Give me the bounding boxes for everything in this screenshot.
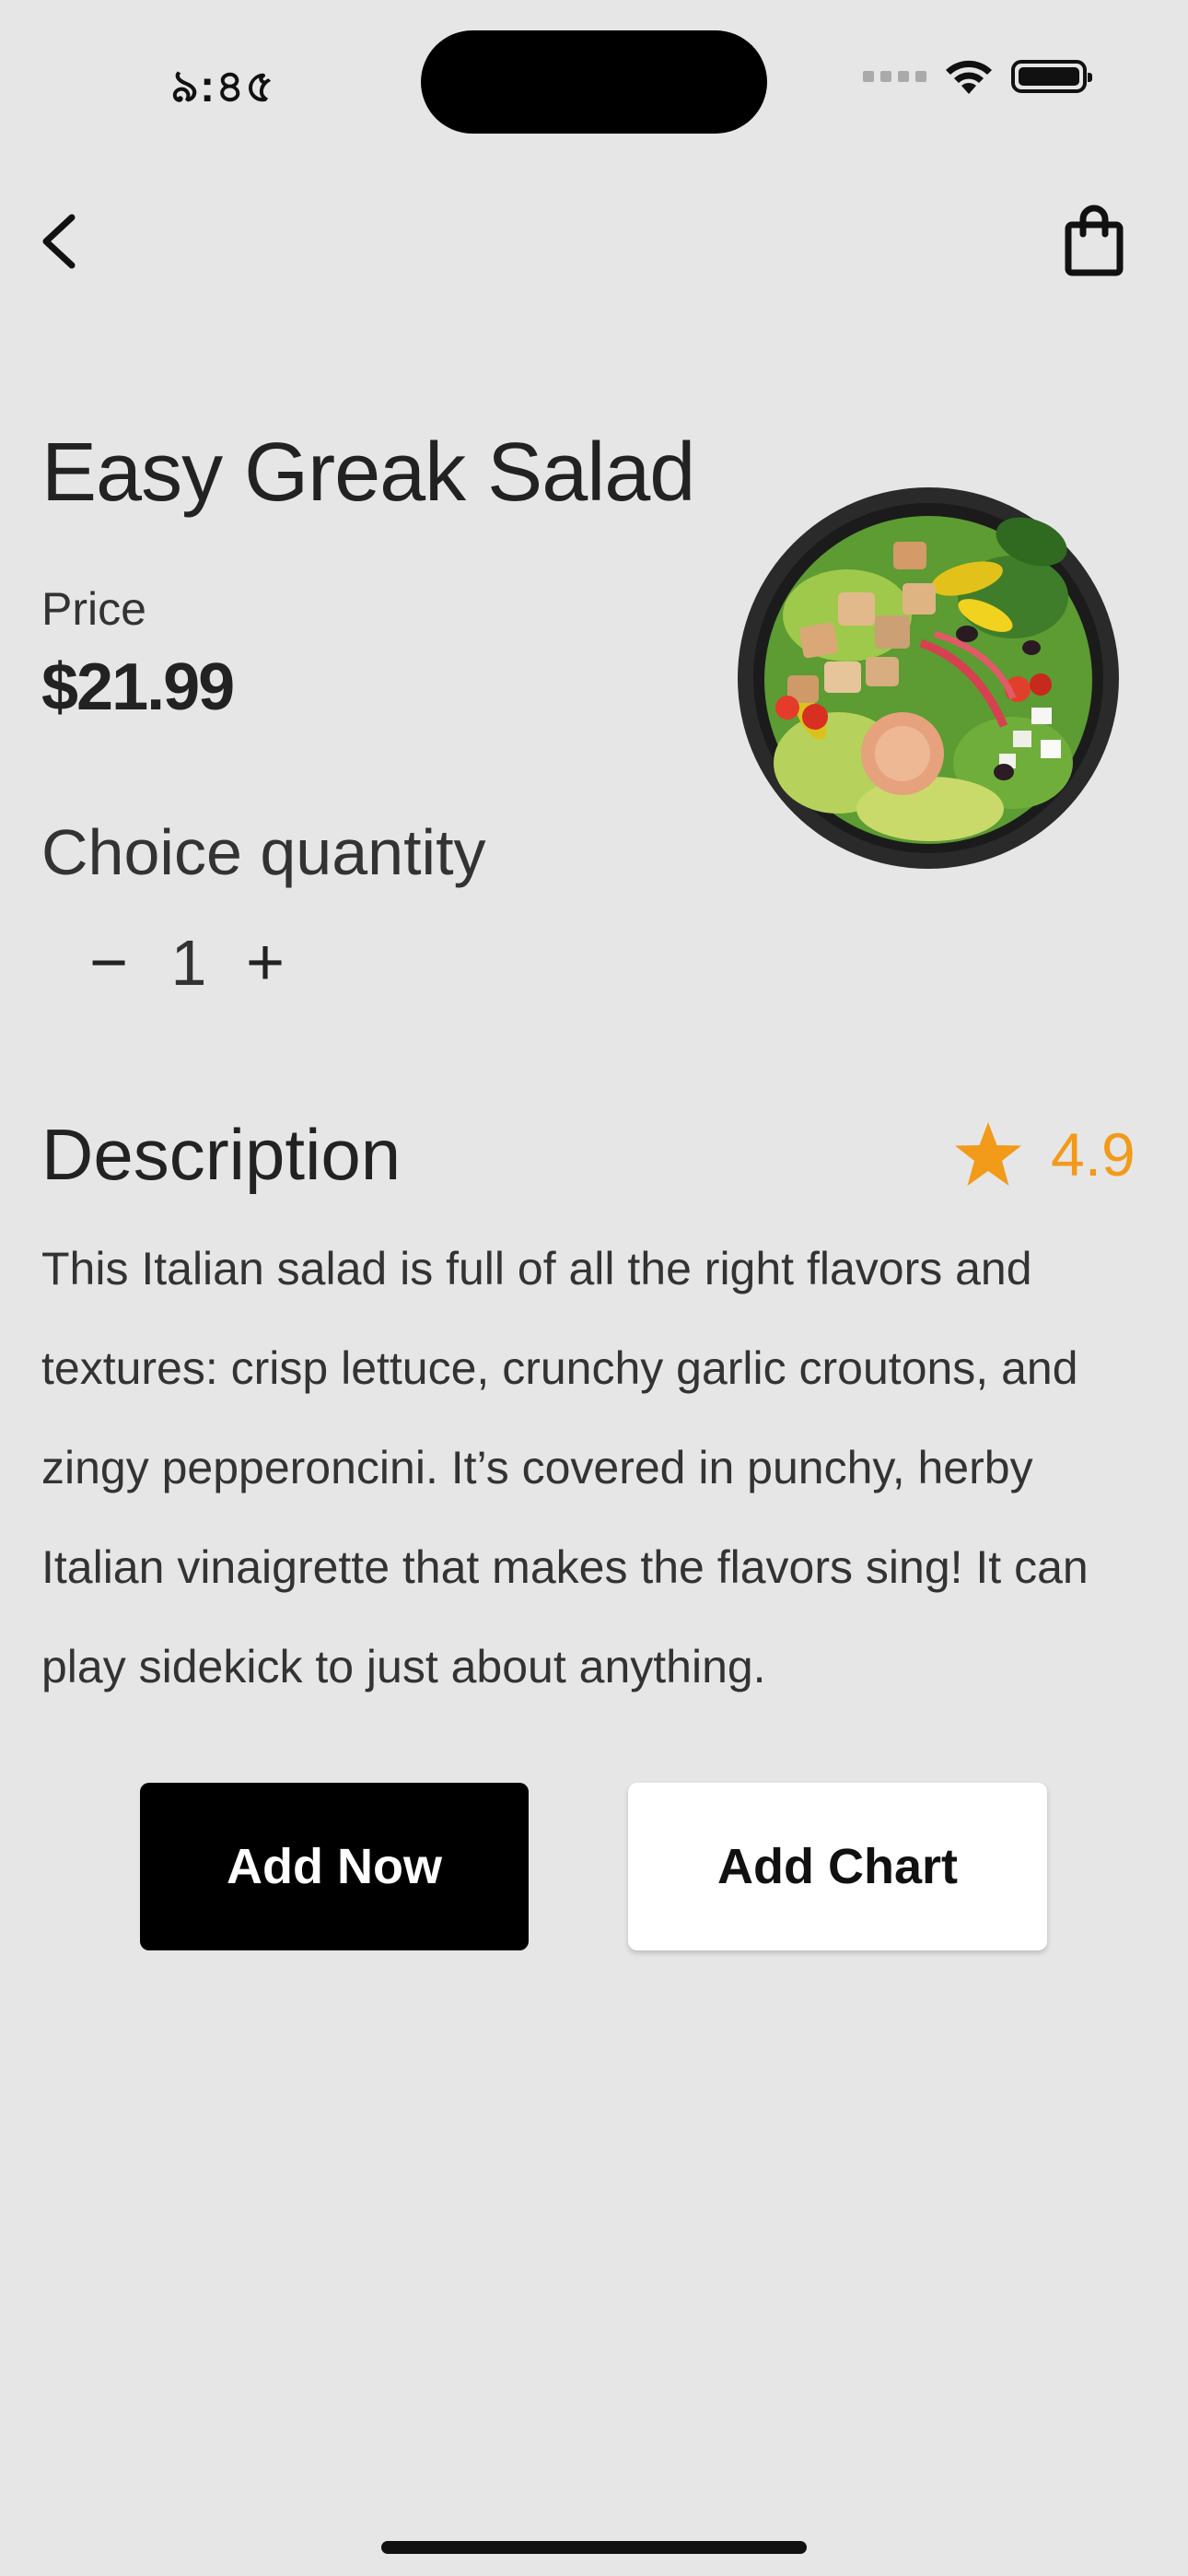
quantity-increment-button[interactable]: +	[238, 926, 293, 1000]
product-title: Easy Greak Salad	[41, 427, 695, 519]
price-value: $21.99	[41, 650, 235, 724]
home-indicator	[381, 2541, 807, 2554]
battery-icon	[1011, 60, 1092, 93]
chevron-left-icon	[42, 214, 76, 269]
add-now-button[interactable]: Add Now	[140, 1783, 529, 1950]
product-image	[738, 487, 1119, 869]
quantity-decrement-button[interactable]: −	[81, 926, 136, 1000]
shopping-bag-icon	[1065, 205, 1124, 276]
dynamic-island	[421, 30, 767, 134]
price-label: Price	[41, 583, 146, 635]
star-icon	[955, 1122, 1021, 1186]
description-heading: Description	[41, 1114, 402, 1195]
add-chart-button[interactable]: Add Chart	[628, 1783, 1047, 1950]
rating-value: 4.9	[1051, 1120, 1136, 1188]
quantity-value: 1	[170, 927, 207, 999]
rating: 4.9	[953, 1119, 1136, 1189]
description-text: This Italian salad is full of all the ri…	[41, 1243, 1089, 1692]
status-time: ৯:৪৫	[170, 63, 275, 111]
cellular-signal-icon	[863, 71, 926, 82]
quantity-label: Choice quantity	[41, 816, 486, 888]
status-icons	[863, 57, 1092, 96]
back-button[interactable]	[33, 205, 88, 278]
wifi-icon	[946, 60, 992, 94]
cart-button[interactable]	[1059, 203, 1129, 280]
